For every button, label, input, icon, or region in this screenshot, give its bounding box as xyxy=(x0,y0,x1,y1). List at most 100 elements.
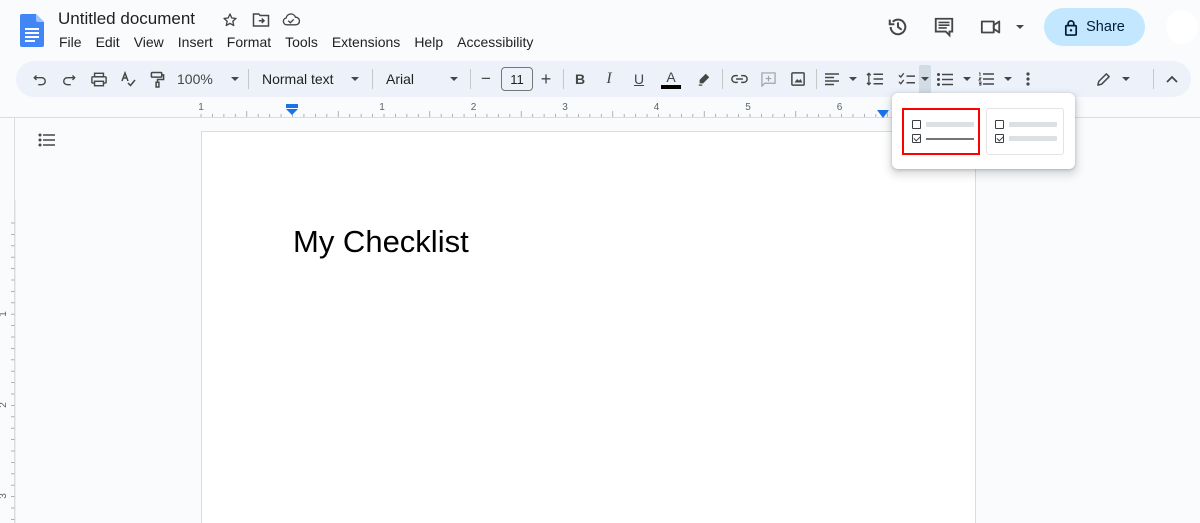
placeholder-line xyxy=(1009,122,1057,127)
spellcheck-button[interactable] xyxy=(117,61,139,97)
ruler-label: 1 xyxy=(199,102,204,113)
undo-button[interactable] xyxy=(30,61,50,97)
menu-insert[interactable]: Insert xyxy=(171,32,220,52)
bulleted-list-icon xyxy=(937,72,953,86)
share-label: Share xyxy=(1086,19,1125,35)
paint-format-button[interactable] xyxy=(146,61,168,97)
more-vert-icon xyxy=(1026,72,1030,86)
checklist-strikethrough-option[interactable] xyxy=(902,108,980,155)
chevron-down-icon xyxy=(351,77,359,81)
redo-button[interactable] xyxy=(59,61,79,97)
checklist-no-strikethrough-option[interactable] xyxy=(986,108,1064,155)
more-options-button[interactable] xyxy=(1020,61,1036,97)
toolbar-divider xyxy=(563,69,564,89)
font-value: Arial xyxy=(386,71,415,87)
text-color-button[interactable]: A xyxy=(660,61,682,97)
document-outline-icon[interactable] xyxy=(38,133,58,147)
chevron-down-icon xyxy=(1122,77,1130,81)
increase-font-size-button[interactable]: + xyxy=(538,61,554,97)
ruler-label: 6 xyxy=(837,102,843,113)
paint-format-icon xyxy=(150,71,164,88)
align-left-icon xyxy=(825,72,839,85)
align-button[interactable] xyxy=(825,61,857,97)
vertical-ruler[interactable]: 1 2 3 xyxy=(0,200,16,523)
add-comment-icon xyxy=(760,71,776,87)
add-comment-button[interactable] xyxy=(758,61,778,97)
chevron-down-icon xyxy=(849,77,857,81)
menu-view[interactable]: View xyxy=(127,32,171,52)
checkbox-empty-icon xyxy=(995,120,1004,129)
horizontal-ruler[interactable]: 1 1 2 3 4 5 6 xyxy=(199,100,889,118)
line-spacing-button[interactable] xyxy=(864,61,884,97)
ruler-label: 3 xyxy=(0,493,9,499)
strikethrough-line xyxy=(926,138,974,140)
version-history-icon[interactable] xyxy=(884,13,912,41)
underline-button[interactable]: U xyxy=(631,61,647,97)
print-button[interactable] xyxy=(88,61,110,97)
menu-help[interactable]: Help xyxy=(407,32,450,52)
hide-menus-button[interactable] xyxy=(1162,61,1182,97)
redo-icon xyxy=(63,75,76,86)
ruler-label: 1 xyxy=(379,102,385,113)
italic-button[interactable]: I xyxy=(601,61,617,97)
move-to-folder-icon[interactable] xyxy=(252,11,270,29)
insert-link-button[interactable] xyxy=(729,61,749,97)
highlight-color-button[interactable] xyxy=(694,61,714,97)
decrease-font-size-button[interactable]: − xyxy=(478,61,494,97)
editing-mode-button[interactable] xyxy=(1096,61,1130,97)
highlighter-icon xyxy=(698,73,710,86)
menu-edit[interactable]: Edit xyxy=(89,32,127,52)
font-size-input[interactable]: 11 xyxy=(501,67,533,91)
chevron-down-icon xyxy=(450,77,458,81)
menu-accessibility[interactable]: Accessibility xyxy=(450,32,540,52)
print-icon xyxy=(91,72,107,86)
insert-image-button[interactable] xyxy=(788,61,808,97)
checklist-icon xyxy=(897,72,915,85)
checklist-button[interactable] xyxy=(896,61,916,97)
comments-icon[interactable] xyxy=(930,13,958,41)
meet-button[interactable] xyxy=(980,13,1024,41)
ruler-label: 3 xyxy=(562,102,568,113)
right-indent-marker[interactable] xyxy=(877,106,889,118)
ruler-label: 1 xyxy=(0,311,9,317)
toolbar-divider xyxy=(816,69,817,89)
chevron-up-icon xyxy=(1166,75,1178,83)
toolbar-divider xyxy=(248,69,249,89)
document-page[interactable] xyxy=(201,131,976,523)
checkbox-checked-icon xyxy=(995,134,1004,143)
first-line-indent-marker[interactable] xyxy=(286,103,298,115)
zoom-select[interactable]: 100% xyxy=(177,61,239,97)
ruler-label: 4 xyxy=(654,102,660,113)
document-heading[interactable]: My Checklist xyxy=(293,224,469,260)
ruler-label: 2 xyxy=(0,402,9,408)
link-icon xyxy=(730,74,748,84)
chevron-down-icon xyxy=(921,77,929,81)
menu-format[interactable]: Format xyxy=(220,32,278,52)
style-select[interactable]: Normal text xyxy=(262,61,359,97)
menu-tools[interactable]: Tools xyxy=(278,32,325,52)
undo-icon xyxy=(33,75,46,86)
cloud-saved-icon[interactable] xyxy=(282,11,300,29)
chevron-down-icon xyxy=(1016,25,1024,29)
docs-logo-icon[interactable] xyxy=(20,14,44,47)
left-margin-area xyxy=(14,117,201,523)
star-icon[interactable] xyxy=(221,11,239,29)
chevron-down-icon xyxy=(963,77,971,81)
pencil-icon xyxy=(1097,72,1110,86)
menu-extensions[interactable]: Extensions xyxy=(325,32,407,52)
chevron-down-icon xyxy=(1004,77,1012,81)
chevron-down-icon xyxy=(231,77,239,81)
placeholder-line xyxy=(926,122,974,127)
checklist-dropdown-toggle[interactable] xyxy=(919,61,931,97)
numbered-list-icon xyxy=(978,72,994,86)
image-icon xyxy=(791,72,805,86)
numbered-list-button[interactable] xyxy=(978,61,1012,97)
document-title[interactable]: Untitled document xyxy=(58,9,195,29)
bulleted-list-button[interactable] xyxy=(937,61,971,97)
bold-button[interactable]: B xyxy=(572,61,588,97)
menu-file[interactable]: File xyxy=(52,32,89,52)
share-button[interactable]: Share xyxy=(1044,8,1145,46)
account-avatar[interactable] xyxy=(1166,10,1198,44)
ruler-label: 5 xyxy=(745,102,751,113)
font-select[interactable]: Arial xyxy=(386,61,458,97)
